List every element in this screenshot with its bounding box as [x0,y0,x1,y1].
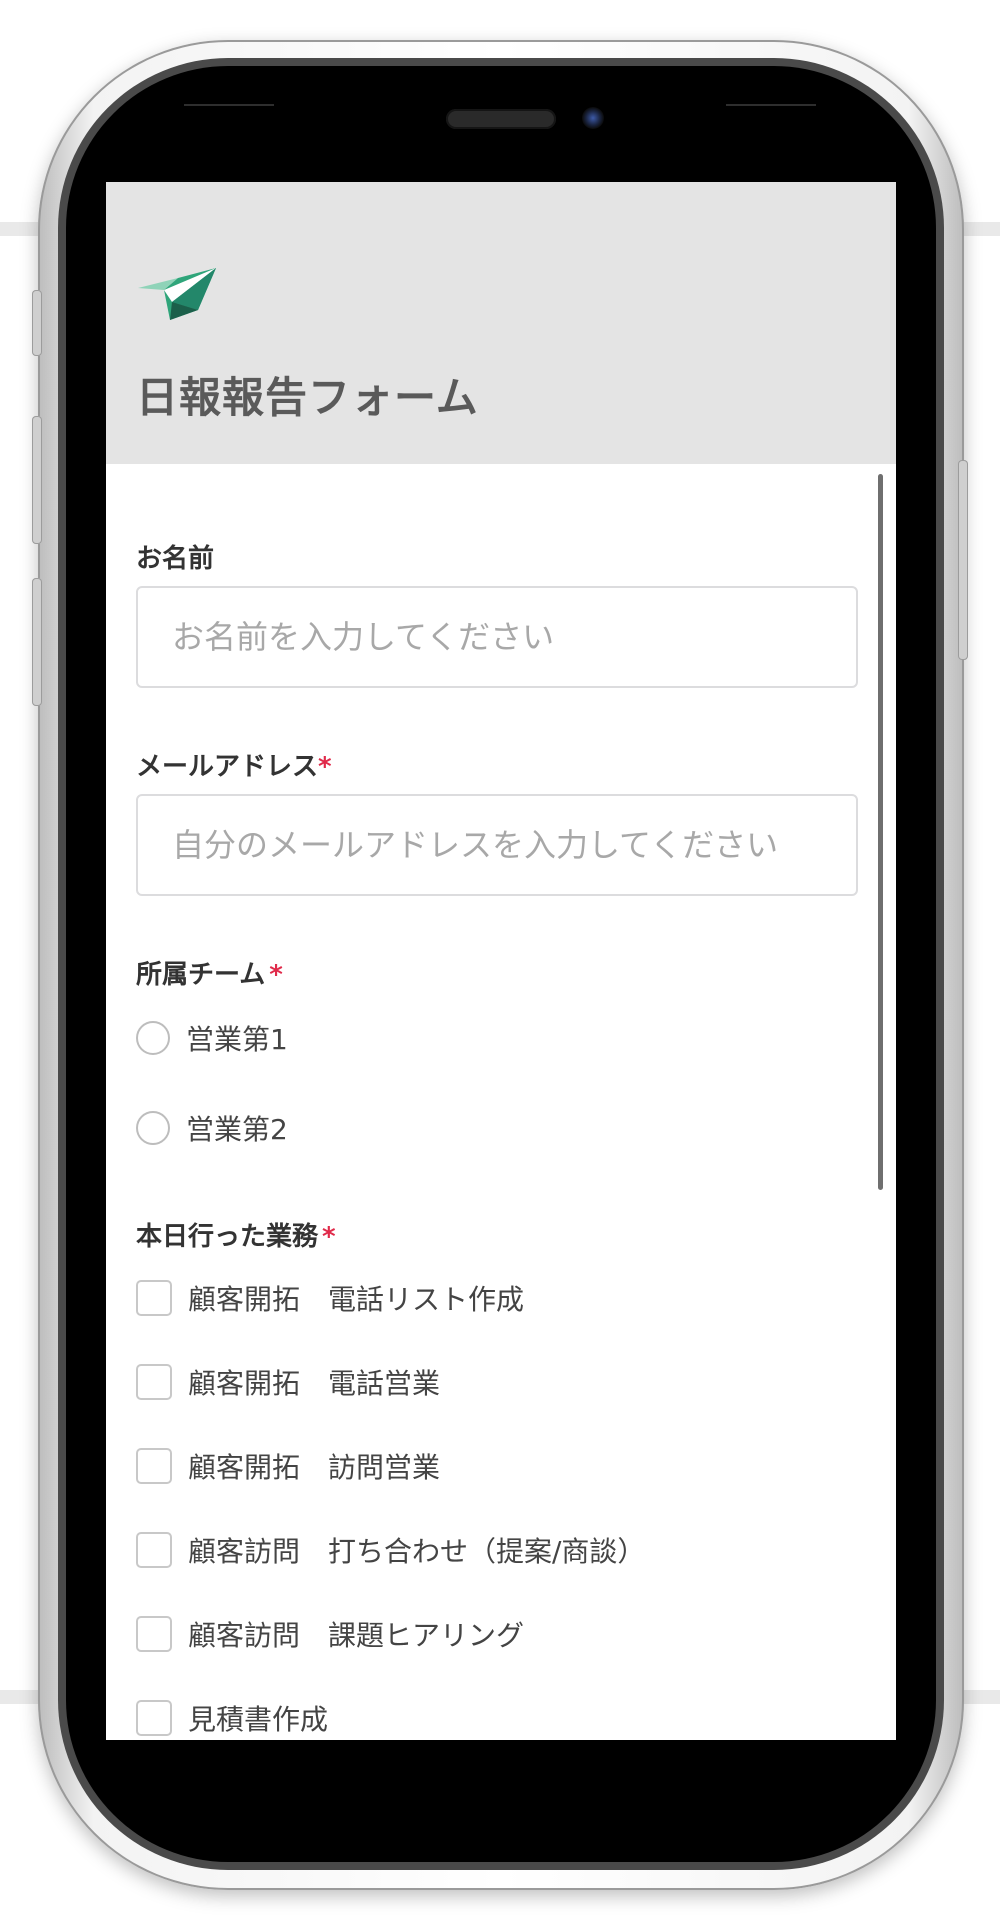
required-mark: * [318,752,332,782]
task-option-label: 見積書作成 [188,1703,329,1736]
team-option-2[interactable]: 営業第2 [136,1106,288,1150]
volume-up-button [32,416,42,544]
checkbox[interactable] [136,1448,172,1484]
antenna-line-left [184,104,274,106]
team-option-label: 営業第1 [186,1023,288,1056]
task-option-3[interactable]: 顧客開拓 訪問営業 [136,1444,440,1488]
mute-switch [32,290,42,356]
name-label: お名前 [136,538,214,575]
page-title: 日報報告フォーム [136,373,479,422]
front-camera [582,107,604,129]
email-label: メールアドレス* [136,746,332,783]
team-label: 所属チーム * [136,954,283,991]
antenna-line-right [726,104,816,106]
task-option-label: 顧客開拓 電話営業 [188,1367,441,1400]
power-button [958,460,968,660]
task-option-label: 顧客開拓 電話リスト作成 [188,1283,525,1316]
checkbox[interactable] [136,1364,172,1400]
task-option-label: 顧客訪問 課題ヒアリング [188,1619,525,1652]
name-input[interactable] [136,586,858,688]
app-screen: 日報報告フォーム お名前 メールアドレス* 所属チーム* 営業第1 営業第2 本… [106,182,896,1740]
required-mark: * [322,1222,336,1252]
task-option-5[interactable]: 顧客訪問 課題ヒアリング [136,1612,524,1656]
checkbox[interactable] [136,1280,172,1316]
scrollbar-thumb[interactable] [878,474,883,1190]
tasks-label-text: 本日行った業務 [136,1222,319,1252]
radio-button[interactable] [136,1111,170,1145]
email-input[interactable] [136,794,858,896]
email-label-text: メールアドレス [136,752,319,782]
task-option-2[interactable]: 顧客開拓 電話営業 [136,1360,440,1404]
team-label-text: 所属チーム [136,960,266,990]
required-mark: * [269,960,283,990]
name-label-text: お名前 [136,544,215,574]
team-option-1[interactable]: 営業第1 [136,1016,288,1060]
volume-down-button [32,578,42,706]
speaker-grille [446,109,556,129]
checkbox[interactable] [136,1532,172,1568]
form-header: 日報報告フォーム [106,182,896,464]
checkbox[interactable] [136,1700,172,1736]
radio-button[interactable] [136,1021,170,1055]
tasks-label: 本日行った業務 * [136,1216,336,1253]
task-option-4[interactable]: 顧客訪問 打ち合わせ（提案/商談） [136,1528,645,1572]
team-option-label: 営業第2 [186,1113,288,1146]
paper-plane-logo-icon [138,268,216,320]
task-option-label: 顧客訪問 打ち合わせ（提案/商談） [188,1535,646,1568]
task-option-1[interactable]: 顧客開拓 電話リスト作成 [136,1276,524,1320]
task-option-6[interactable]: 見積書作成 [136,1696,328,1740]
task-option-label: 顧客開拓 訪問営業 [188,1451,441,1484]
checkbox[interactable] [136,1616,172,1652]
